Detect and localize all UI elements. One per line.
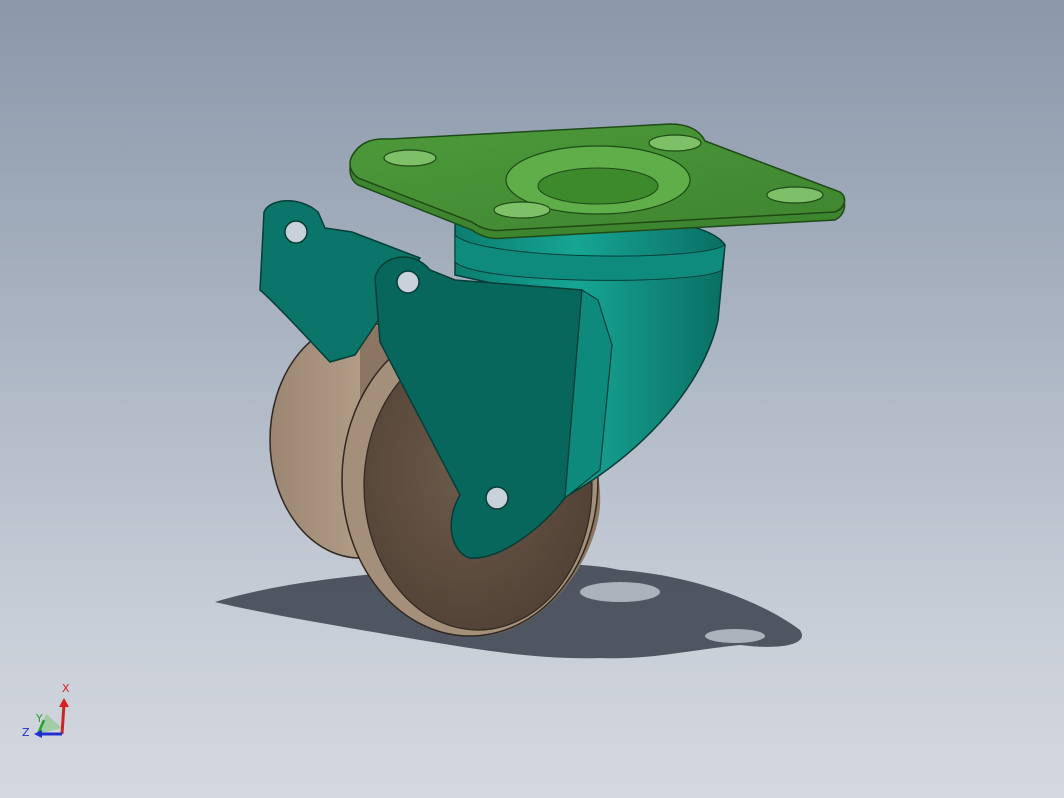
graphics-viewport[interactable]: Y X Z	[0, 0, 1064, 798]
mounting-plate	[349, 123, 846, 240]
triad-x-axis: X	[59, 682, 70, 735]
triad-x-label: X	[62, 682, 70, 695]
view-orientation-triad[interactable]: Y X Z	[18, 676, 78, 746]
caster-wheel-model[interactable]	[0, 0, 1064, 798]
triad-y-axis: Y	[35, 712, 62, 735]
triad-y-label: Y	[35, 712, 43, 725]
triad-z-label: Z	[22, 726, 30, 739]
